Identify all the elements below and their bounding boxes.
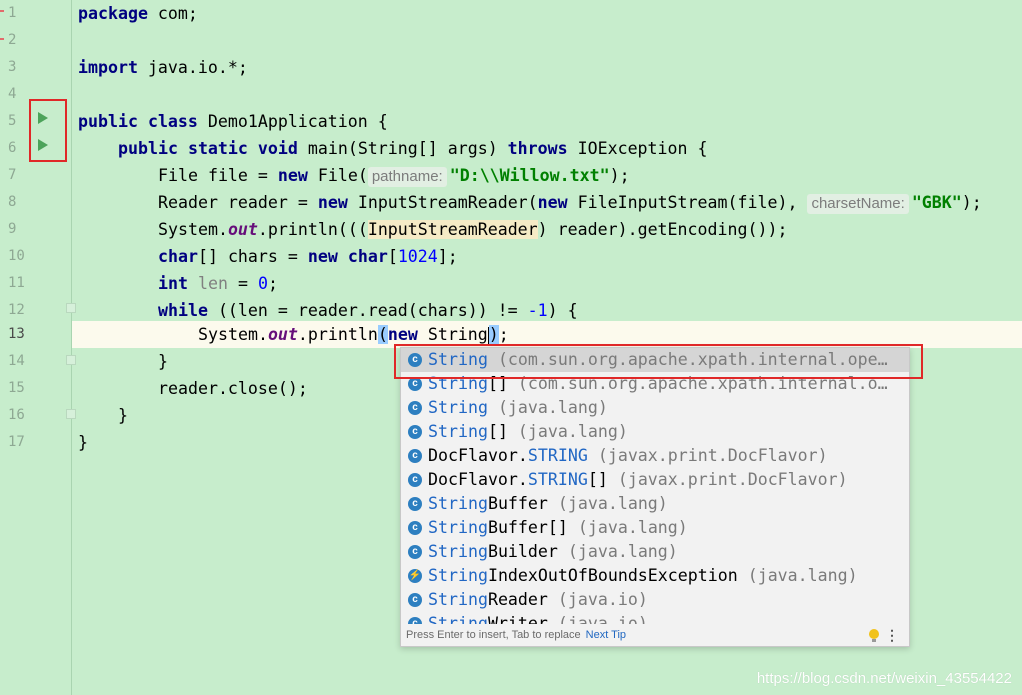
exception-class-icon: ⚡	[408, 569, 422, 583]
code-line: reader.close();	[158, 379, 308, 398]
run-icons-annotation	[29, 99, 67, 162]
line-number: 16	[8, 407, 25, 423]
code-line: package com;	[78, 4, 198, 23]
line-number: 13	[8, 326, 25, 342]
selected-item-annotation	[394, 344, 923, 379]
code-line: int len = 0;	[158, 274, 278, 293]
code-line: System.out.println(((InputStreamReader) …	[158, 220, 788, 239]
class-icon: c	[408, 521, 422, 535]
more-options-icon[interactable]: ⋮	[885, 624, 899, 646]
parameter-hint: pathname:	[367, 167, 447, 187]
line-number: 17	[8, 434, 25, 450]
line-number: 11	[8, 275, 25, 291]
watermark: https://blog.csdn.net/weixin_43554422	[756, 670, 1012, 687]
line-number: 15	[8, 380, 25, 396]
class-icon: c	[408, 377, 422, 391]
line-number: 10	[8, 248, 25, 264]
lightbulb-icon[interactable]	[869, 629, 879, 642]
completion-item[interactable]: c DocFlavor.STRING[] (javax.print.DocFla…	[401, 468, 909, 492]
code-line: File file = new File(pathname: "D:\\Willo…	[158, 166, 630, 187]
class-icon: c	[408, 545, 422, 559]
line-number: 12	[8, 302, 25, 318]
class-icon: c	[408, 449, 422, 463]
completion-list[interactable]: c String (com.sun.org.apache.xpath.inter…	[401, 348, 909, 624]
line-number: 14	[8, 353, 25, 369]
editor-gutter: 1 2 3 4 5 6 7 8 9 10 11 12 13 14 15 16 1…	[0, 0, 76, 695]
code-line: }	[118, 406, 128, 425]
class-icon: c	[408, 593, 422, 607]
completion-item[interactable]: c String (java.lang)	[401, 396, 909, 420]
code-line: Reader reader = new InputStreamReader(ne…	[158, 193, 982, 214]
class-icon: c	[408, 425, 422, 439]
line-number: 7	[8, 167, 17, 183]
completion-item[interactable]: c StringBuffer[] (java.lang)	[401, 516, 909, 540]
code-line: }	[78, 433, 88, 452]
code-line: while ((len = reader.read(chars)) != -1)…	[158, 301, 578, 320]
line-number: 3	[8, 59, 17, 75]
change-marker	[0, 38, 4, 40]
change-marker	[0, 10, 4, 12]
class-icon: c	[408, 617, 422, 624]
line-number: 2	[8, 32, 17, 48]
parameter-hint: charsetName:	[807, 194, 909, 214]
completion-item[interactable]: c String[] (java.lang)	[401, 420, 909, 444]
code-line: }	[158, 352, 168, 371]
line-number: 1	[8, 5, 17, 21]
class-icon: c	[408, 473, 422, 487]
completion-item[interactable]: c StringBuffer (java.lang)	[401, 492, 909, 516]
line-number: 8	[8, 194, 17, 210]
completion-item[interactable]: c StringReader (java.io)	[401, 588, 909, 612]
code-line: public class Demo1Application {	[78, 112, 388, 131]
completion-item[interactable]: c StringWriter (java.io)	[401, 612, 909, 624]
next-tip-link[interactable]: Next Tip	[586, 629, 626, 641]
code-line: public static void main(String[] args) t…	[118, 139, 708, 158]
completion-item[interactable]: c StringBuilder (java.lang)	[401, 540, 909, 564]
footer-tip-text: Press Enter to insert, Tab to replace	[406, 629, 581, 641]
class-icon: c	[408, 497, 422, 511]
line-number: 9	[8, 221, 17, 237]
code-line: char[] chars = new char[1024];	[158, 247, 458, 266]
completion-item[interactable]: c DocFlavor.STRING (javax.print.DocFlavo…	[401, 444, 909, 468]
completion-footer: Press Enter to insert, Tab to replace Nex…	[401, 624, 909, 646]
code-line: import java.io.*;	[78, 58, 248, 77]
class-icon: c	[408, 401, 422, 415]
completion-item[interactable]: ⚡ StringIndexOutOfBoundsException (java.…	[401, 564, 909, 588]
code-completion-popup[interactable]: c String (com.sun.org.apache.xpath.inter…	[400, 347, 910, 647]
